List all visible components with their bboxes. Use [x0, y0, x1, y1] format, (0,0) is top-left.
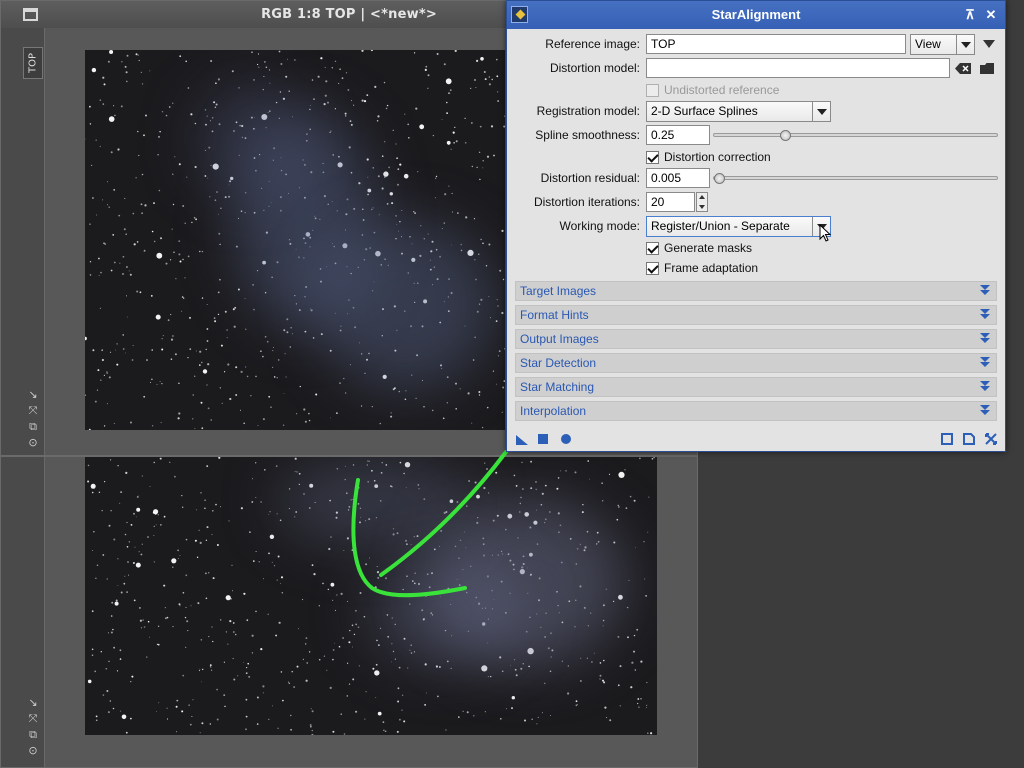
folder-icon[interactable] — [980, 63, 994, 74]
reset-icon[interactable] — [985, 433, 997, 445]
expand-icon[interactable] — [980, 405, 990, 417]
distortion-iterations-label: Distortion iterations: — [533, 195, 640, 209]
reference-image-label: Reference image: — [545, 37, 640, 51]
registration-model-select[interactable]: 2-D Surface Splines — [646, 101, 831, 122]
image-window-new[interactable]: ↘ ⤧ ⧉ ⊙ — [0, 456, 698, 768]
center-icon[interactable]: ⊙ — [25, 743, 41, 759]
distortion-iterations-field[interactable]: 20 — [646, 192, 695, 212]
reference-menu-icon[interactable] — [983, 40, 995, 49]
expand-icon[interactable] — [980, 285, 990, 297]
spline-smoothness-field[interactable]: 0.25 — [646, 125, 710, 145]
distortion-residual-slider[interactable] — [713, 176, 998, 180]
distortion-correction-checkbox[interactable] — [646, 151, 659, 164]
dialog-title-bar[interactable]: StarAlignment ⊼ ✕ — [507, 1, 1005, 29]
distortion-residual-slider-knob[interactable] — [714, 173, 725, 184]
expand-icon[interactable] — [980, 381, 990, 393]
clear-field-icon[interactable] — [955, 63, 971, 74]
spline-smoothness-label: Spline smoothness: — [535, 128, 640, 142]
working-mode-label: Working mode: — [559, 219, 640, 233]
expand-icon[interactable] — [980, 333, 990, 345]
section-title: Target Images — [520, 284, 597, 298]
image-tool-icons: ↘ ⤧ ⧉ ⊙ — [25, 387, 41, 451]
apply-global-icon[interactable] — [537, 433, 549, 445]
track-view-icon[interactable] — [963, 433, 975, 445]
star-alignment-app-icon — [511, 6, 528, 23]
restore-icon[interactable]: ⧉ — [25, 727, 41, 743]
new-instance-icon[interactable] — [516, 433, 528, 445]
section-title: Star Matching — [520, 380, 595, 394]
section-target-images[interactable]: Target Images — [515, 281, 997, 301]
star-alignment-dialog[interactable]: StarAlignment ⊼ ✕ Reference image: TOP V… — [506, 0, 1006, 452]
shrink-icon[interactable]: ↘ — [25, 695, 41, 711]
distortion-model-field[interactable] — [646, 58, 950, 78]
image-viewport-new[interactable] — [85, 457, 657, 735]
distortion-residual-field[interactable]: 0.005 — [646, 168, 710, 188]
fit-icon[interactable]: ⤧ — [25, 403, 41, 419]
frame-adaptation-label: Frame adaptation — [664, 261, 759, 275]
view-tab-top[interactable]: TOP — [23, 47, 43, 79]
generate-masks-checkbox[interactable] — [646, 242, 659, 255]
fit-icon[interactable]: ⤧ — [25, 711, 41, 727]
image-viewport-top[interactable] — [85, 50, 505, 430]
working-mode-value: Register/Union - Separate — [651, 219, 790, 233]
section-format-hints[interactable]: Format Hints — [515, 305, 997, 325]
restore-icon[interactable]: ⧉ — [25, 419, 41, 435]
generate-masks-label: Generate masks — [664, 241, 753, 255]
expand-icon[interactable] — [980, 357, 990, 369]
reference-image-field[interactable]: TOP — [646, 34, 906, 54]
distortion-correction-label: Distortion correction — [664, 150, 771, 164]
dialog-title: StarAlignment — [711, 7, 801, 22]
undistorted-reference-checkbox[interactable] — [646, 84, 659, 97]
execute-icon[interactable] — [560, 433, 572, 445]
registration-model-value: 2-D Surface Splines — [651, 104, 758, 118]
spline-smoothness-slider-knob[interactable] — [780, 130, 791, 141]
section-star-matching[interactable]: Star Matching — [515, 377, 997, 397]
working-mode-select[interactable]: Register/Union - Separate — [646, 216, 831, 237]
center-icon[interactable]: ⊙ — [25, 435, 41, 451]
view-tab-label: TOP — [27, 52, 39, 74]
section-interpolation[interactable]: Interpolation — [515, 401, 997, 421]
browse-documentation-icon[interactable] — [941, 433, 953, 445]
reference-source-value: View — [915, 37, 941, 51]
section-title: Interpolation — [520, 404, 587, 418]
close-icon[interactable]: ✕ — [982, 1, 1000, 29]
section-output-images[interactable]: Output Images — [515, 329, 997, 349]
undistorted-reference-label: Undistorted reference — [664, 83, 780, 97]
section-title: Output Images — [520, 332, 599, 346]
distortion-iterations-spinner[interactable] — [696, 192, 708, 212]
shrink-icon[interactable]: ↘ — [25, 387, 41, 403]
distortion-residual-label: Distortion residual: — [540, 171, 640, 185]
section-star-detection[interactable]: Star Detection — [515, 353, 997, 373]
image-tool-icons-new: ↘ ⤧ ⧉ ⊙ — [25, 695, 41, 759]
expand-icon[interactable] — [980, 309, 990, 321]
distortion-model-label: Distortion model: — [549, 61, 640, 75]
section-title: Star Detection — [520, 356, 597, 370]
spline-smoothness-slider[interactable] — [713, 133, 998, 137]
window-menu-icon[interactable] — [23, 8, 38, 21]
image-window-title: RGB 1:8 TOP | <*new*> — [261, 7, 437, 22]
section-title: Format Hints — [520, 308, 589, 322]
reference-source-select[interactable]: View — [910, 34, 975, 55]
registration-model-label: Registration model: — [536, 104, 640, 118]
shade-icon[interactable]: ⊼ — [961, 1, 979, 29]
frame-adaptation-checkbox[interactable] — [646, 262, 659, 275]
